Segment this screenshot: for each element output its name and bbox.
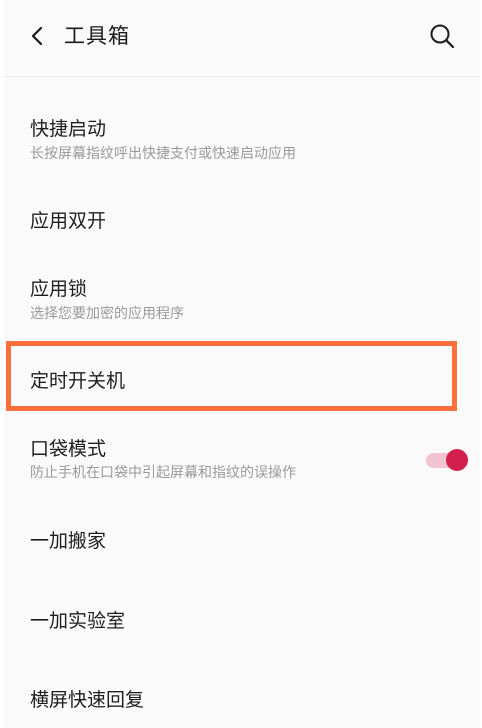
pocket-mode-toggle[interactable] (424, 449, 468, 471)
list-item-pocket-mode[interactable]: 口袋模式 防止手机在口袋中引起屏幕和指纹的误操作 (4, 432, 480, 492)
toolbox-screen: 工具箱 快捷启动 长按屏幕指纹呼出快捷支付或快速启动应用 应用双开 应用锁 选择… (4, 0, 480, 728)
search-icon[interactable] (428, 22, 456, 50)
item-label: 一加实验室 (30, 610, 126, 632)
item-subtitle: 选择您要加密的应用程序 (30, 306, 184, 322)
item-label: 口袋模式 (30, 438, 107, 460)
item-label: 一加搬家 (30, 530, 107, 552)
item-label: 快捷启动 (30, 118, 107, 140)
item-subtitle: 防止手机在口袋中引起屏幕和指纹的误操作 (30, 465, 296, 481)
list-item-oneplus-switch[interactable]: 一加搬家 (4, 520, 480, 566)
app-header: 工具箱 (4, 0, 480, 77)
page-title: 工具箱 (64, 24, 130, 48)
list-item-landscape-quick-reply[interactable]: 横屏快速回复 (4, 678, 480, 724)
chevron-left-icon[interactable] (26, 24, 50, 48)
list-item-app-clone[interactable]: 应用双开 (4, 198, 480, 244)
item-subtitle: 长按屏幕指纹呼出快捷支付或快速启动应用 (30, 146, 296, 162)
item-label: 横屏快速回复 (30, 689, 145, 711)
toggle-knob (446, 449, 468, 471)
item-label: 应用双开 (30, 210, 107, 232)
highlight-box (6, 341, 457, 411)
list-item-oneplus-lab[interactable]: 一加实验室 (4, 600, 480, 646)
list-item-app-lock[interactable]: 应用锁 选择您要加密的应用程序 (4, 272, 480, 332)
item-label: 应用锁 (30, 278, 88, 300)
list-item-quick-launch[interactable]: 快捷启动 长按屏幕指纹呼出快捷支付或快速启动应用 (4, 112, 480, 172)
